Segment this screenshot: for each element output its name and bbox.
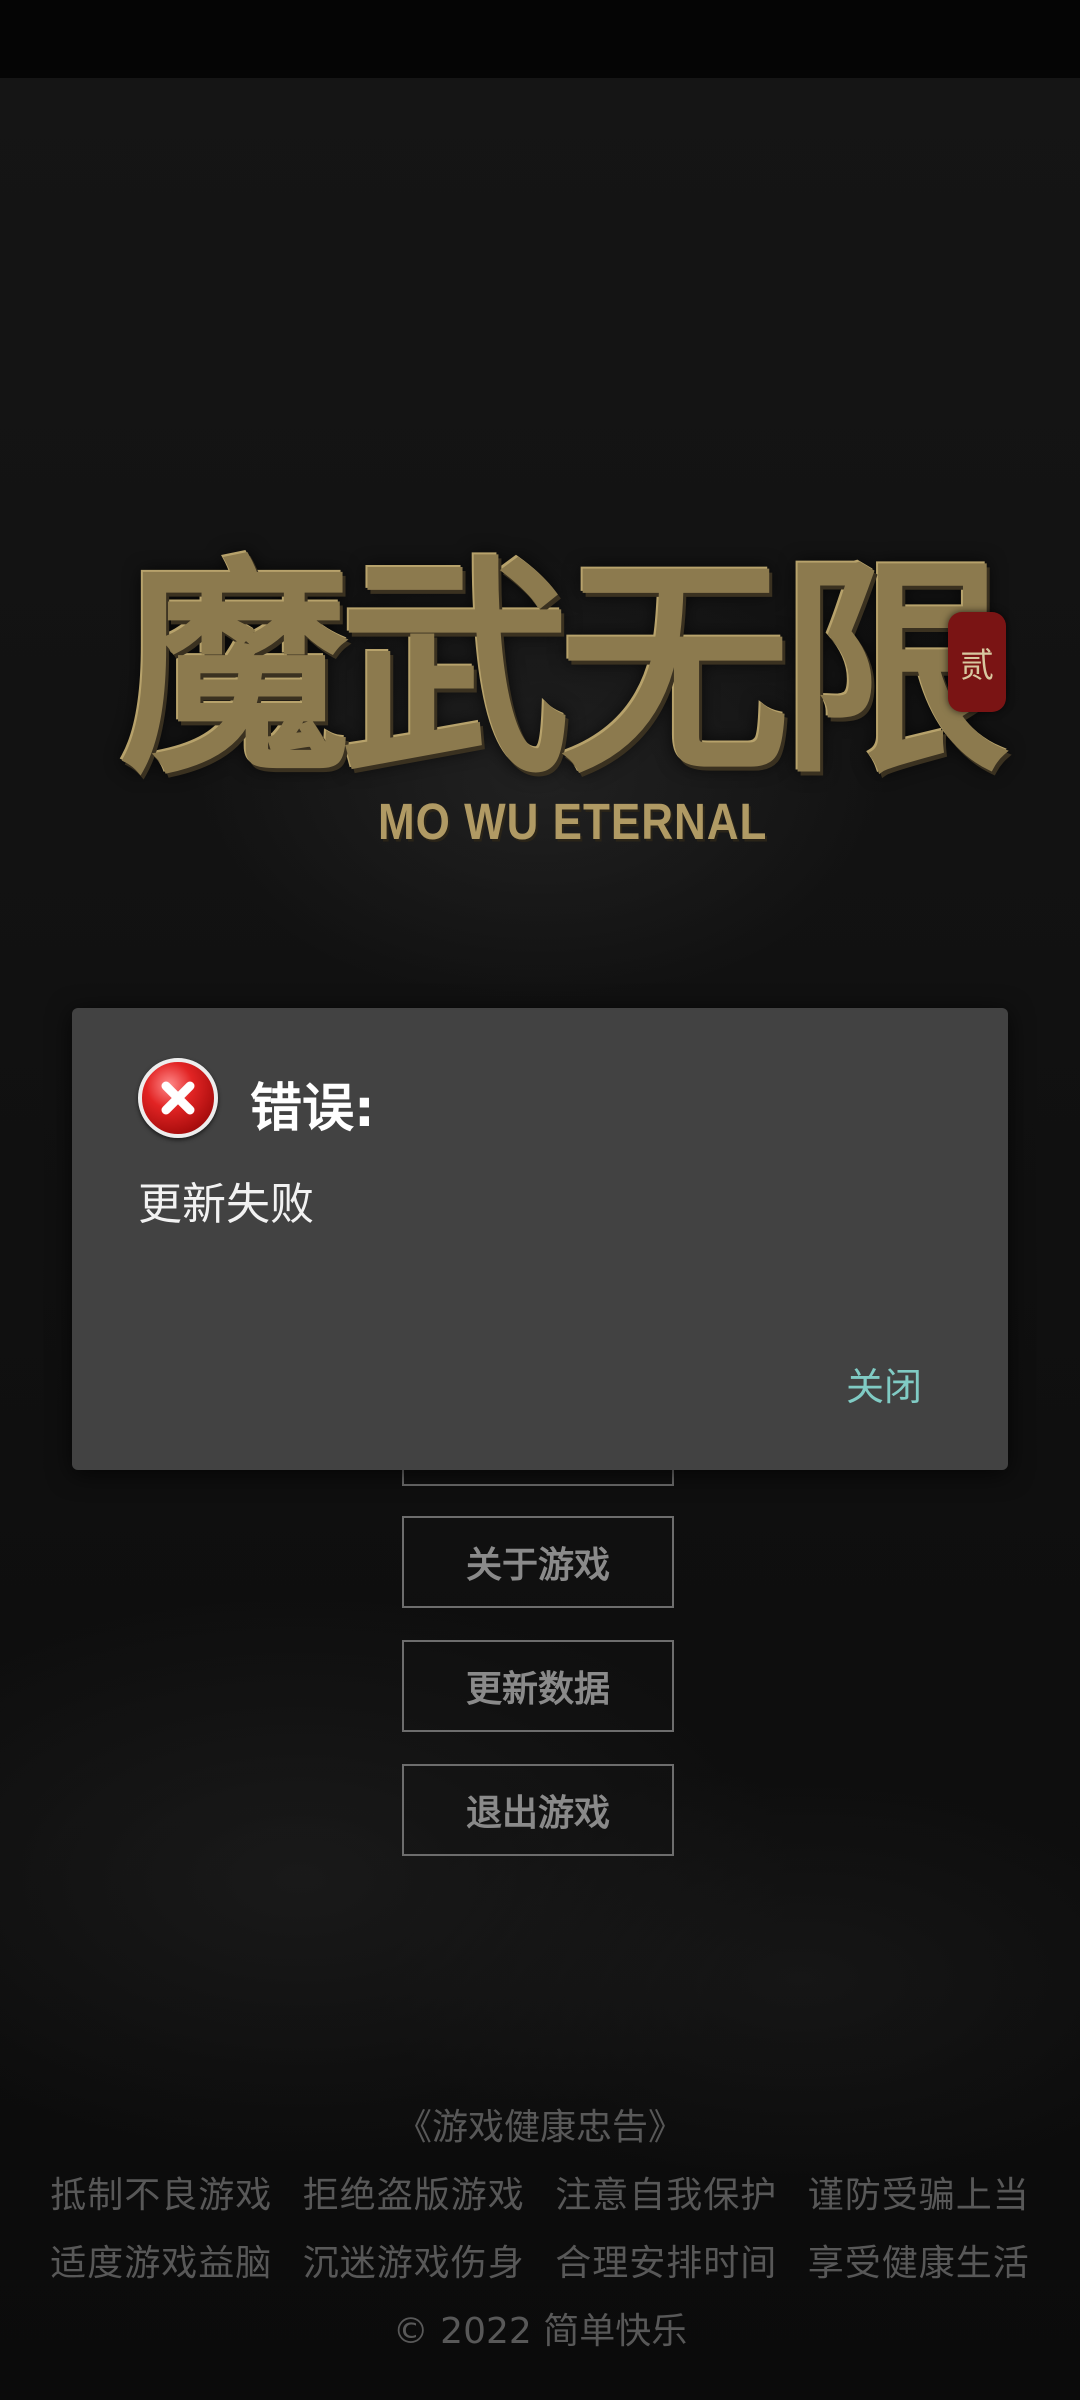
advice-text: 注意自我保护 [555,2175,778,2216]
advice-text: 享受健康生活 [807,2243,1030,2284]
advice-text: 拒绝盗版游戏 [302,2175,525,2216]
health-advice-line-1: 抵制不良游戏 拒绝盗版游戏 注意自我保护 谨防受骗上当 [0,2166,1080,2218]
advice-text: 谨防受骗上当 [807,2175,1030,2216]
advice-text: 合理安排时间 [555,2243,778,2284]
logo-title: 魔武无限 [120,535,1010,805]
copyright: © 2022 简单快乐 [392,2311,688,2352]
health-advice-title: 《游戏健康忠告》 [395,2107,684,2148]
dialog-message: 更新失败 [138,1179,314,1230]
logo-subtitle: MO WU ETERNAL [378,794,768,851]
status-bar [0,0,1080,78]
close-button[interactable]: 关闭 [842,1350,926,1417]
advice-text: 沉迷游戏伤身 [302,2243,525,2284]
logo-seal: 贰 [948,612,1006,712]
about-game-button[interactable]: 关于游戏 [402,1516,674,1608]
advice-text: 适度游戏益脑 [50,2243,273,2284]
update-data-button[interactable]: 更新数据 [402,1640,674,1732]
game-logo: 魔武无限 MO WU ETERNAL 贰 [120,520,1020,860]
advice-text: 抵制不良游戏 [50,2175,273,2216]
error-icon [138,1058,218,1138]
error-dialog: 错误: 更新失败 关闭 [72,1008,1008,1470]
exit-game-button[interactable]: 退出游戏 [402,1764,674,1856]
dialog-title: 错误: [250,1079,375,1139]
health-advice-line-2: 适度游戏益脑 沉迷游戏伤身 合理安排时间 享受健康生活 [0,2234,1080,2286]
